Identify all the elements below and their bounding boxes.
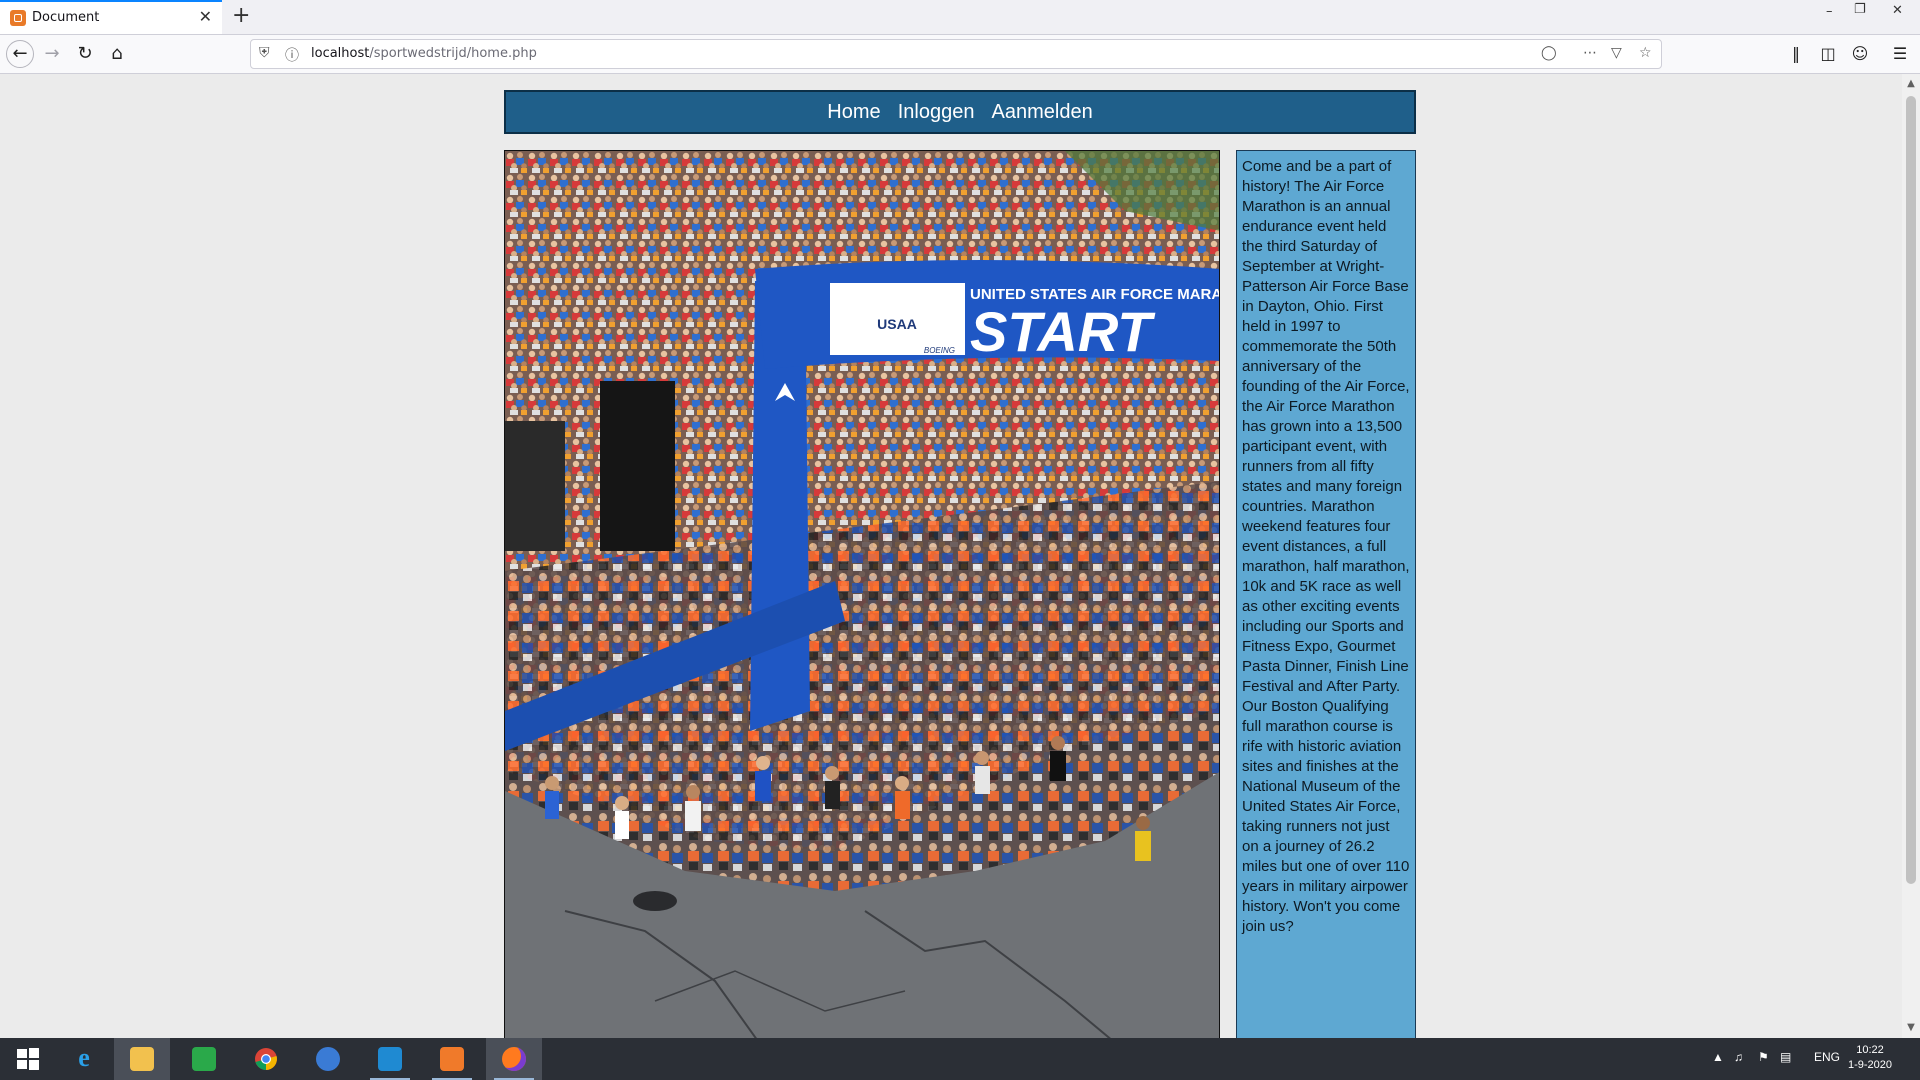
close-window-button[interactable]: ✕ [1892, 3, 1903, 23]
event-description-panel: Come and be a part of history! The Air F… [1236, 150, 1416, 1038]
reload-icon[interactable]: ↻ [71, 40, 99, 68]
thunderbird-icon [316, 1047, 340, 1071]
marathon-start-photo: USAA BOEING UNITED STATES AIR FORCE MARA… [504, 150, 1220, 1038]
network-icon[interactable]: ▤ [1780, 1050, 1791, 1064]
taskbar-xampp[interactable] [424, 1038, 480, 1080]
xampp-icon [440, 1047, 464, 1071]
clock-time: 10:22 [1856, 1044, 1884, 1056]
nav-login-link[interactable]: Inloggen [898, 92, 975, 132]
sponsor-usaa-text: USAA [877, 316, 917, 332]
shield-icon[interactable]: ⛨ [259, 45, 270, 61]
taskbar-store[interactable] [176, 1038, 232, 1080]
back-icon[interactable]: ← [6, 40, 34, 68]
tab-document[interactable]: Document ✕ [0, 0, 222, 34]
forward-icon[interactable]: → [38, 40, 66, 68]
sidebar-icon[interactable]: ◫ [1814, 40, 1842, 68]
chrome-icon [255, 1048, 277, 1070]
start-button[interactable] [0, 1038, 56, 1080]
scroll-up-icon[interactable]: ▲ [1902, 78, 1920, 89]
show-hidden-icons-icon[interactable]: ▲ [1712, 1050, 1724, 1064]
system-clock[interactable]: 10:22 1-9-2020 [1842, 1043, 1898, 1073]
tab-strip: Document ✕ + – ❐ ✕ [0, 0, 1920, 35]
library-icon[interactable]: ‖ [1782, 40, 1810, 68]
minimize-window-button[interactable]: – [1826, 4, 1833, 24]
page-viewport: Home Inloggen Aanmelden USAA BOEING UNIT… [0, 74, 1902, 1038]
nav-register-link[interactable]: Aanmelden [992, 92, 1093, 132]
address-bar[interactable]: ⛨ ⓘ localhost/sportwedstrijd/home.php ◯ … [250, 39, 1662, 69]
windows-taskbar: e ▲ ♫ ⚑ ▤ ENG 10:22 1-9-2020 [0, 1038, 1920, 1080]
nav-home-link[interactable]: Home [827, 92, 880, 132]
vscode-icon [378, 1047, 402, 1071]
taskbar-vscode[interactable] [362, 1038, 418, 1080]
scroll-down-icon[interactable]: ▼ [1902, 1022, 1920, 1033]
firefox-icon [502, 1047, 526, 1071]
sponsor-boeing-text: BOEING [924, 346, 955, 355]
menu-icon[interactable]: ☰ [1886, 40, 1914, 68]
taskbar-chrome[interactable] [238, 1038, 294, 1080]
browser-toolbar: ← → ↻ ⌂ ⛨ ⓘ localhost/sportwedstrijd/hom… [0, 35, 1920, 74]
tab-title: Document [32, 10, 100, 25]
page-scrollbar[interactable]: ▲ ▼ [1902, 74, 1920, 1038]
site-navigation: Home Inloggen Aanmelden [504, 90, 1416, 134]
bookmark-star-icon[interactable]: ☆ [1639, 45, 1652, 61]
scrollbar-thumb[interactable] [1906, 96, 1916, 884]
account-icon[interactable]: ☺ [1846, 40, 1874, 68]
taskbar-internet-explorer[interactable]: e [56, 1038, 112, 1080]
taskbar-file-explorer[interactable] [114, 1038, 170, 1080]
language-indicator[interactable]: ENG [1814, 1050, 1840, 1064]
url-text[interactable]: localhost/sportwedstrijd/home.php [311, 46, 537, 61]
banner-start-text: START [970, 300, 1156, 363]
new-tab-button[interactable]: + [232, 3, 250, 28]
marathon-photo-illustration: USAA BOEING UNITED STATES AIR FORCE MARA… [505, 151, 1219, 1038]
taskbar-thunderbird[interactable] [300, 1038, 356, 1080]
more-icon[interactable]: ⋯ [1583, 45, 1597, 61]
event-description-text: Come and be a part of history! The Air F… [1242, 158, 1410, 935]
info-icon[interactable]: ⓘ [285, 45, 299, 65]
store-icon [192, 1047, 216, 1071]
internet-explorer-icon: e [78, 1043, 90, 1072]
tab-close-icon[interactable]: ✕ [199, 7, 212, 26]
taskbar-firefox[interactable] [486, 1038, 542, 1080]
xampp-favicon-icon [10, 10, 26, 26]
start-icon [17, 1048, 39, 1070]
clock-date: 1-9-2020 [1847, 1059, 1893, 1071]
url-path: /sportwedstrijd/home.php [369, 46, 537, 61]
file-explorer-icon [130, 1047, 154, 1071]
url-host: localhost [311, 46, 370, 61]
restore-window-button[interactable]: ❐ [1854, 2, 1866, 22]
home-icon[interactable]: ⌂ [103, 40, 131, 68]
action-center-flag-icon[interactable]: ⚑ [1758, 1050, 1769, 1064]
bulb-icon[interactable]: ◯ [1541, 45, 1557, 61]
pocket-icon[interactable]: ▽ [1611, 45, 1622, 61]
volume-icon[interactable]: ♫ [1734, 1050, 1743, 1064]
